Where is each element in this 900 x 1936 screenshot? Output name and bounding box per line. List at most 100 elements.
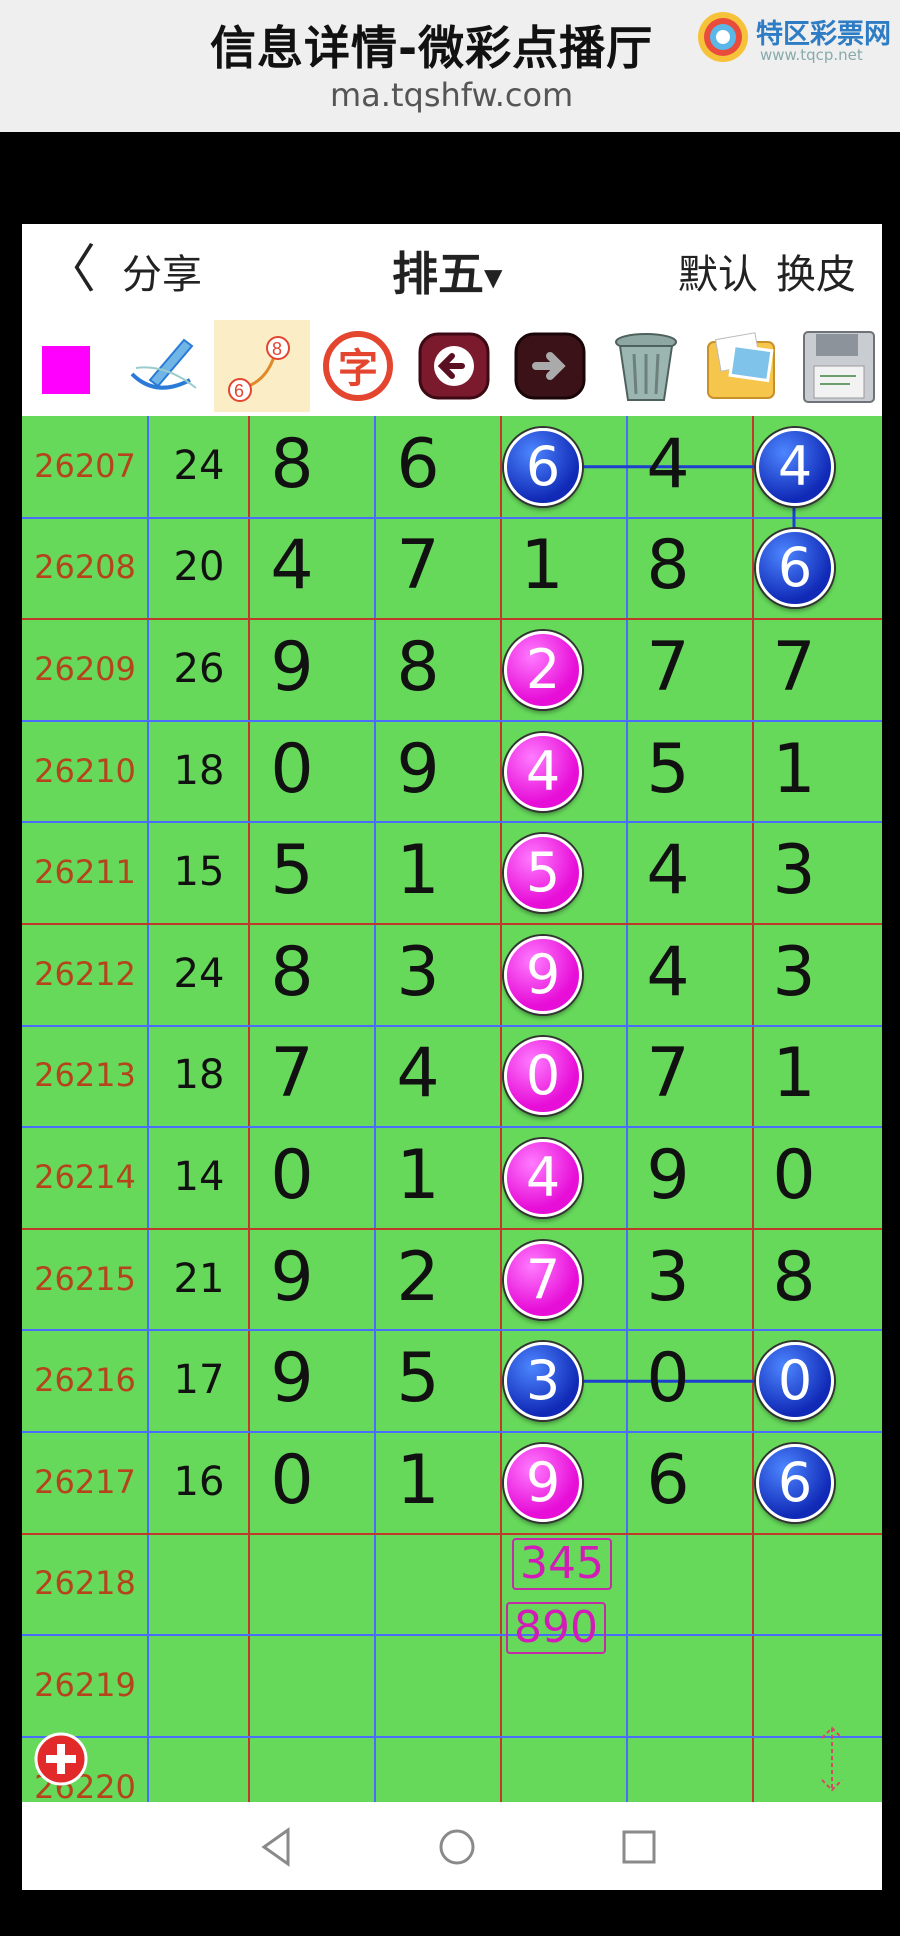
digit-value: 4 — [646, 424, 690, 504]
number-ball-pink[interactable]: 9 — [504, 935, 582, 1014]
number-ball-pink[interactable]: 4 — [504, 1139, 582, 1217]
trend-chart-grid[interactable]: 26207 24 8 6 6 4 4 26208 20 4 7 1 8 6 26209 26 9 8 2 7 7 2621… — [22, 416, 882, 1890]
digit-value: 3 — [772, 831, 816, 911]
digit-value: 1 — [396, 1440, 440, 1520]
url-text[interactable]: ma.tqshfw.com — [330, 76, 573, 114]
digit-value: 8 — [772, 1237, 816, 1317]
period-number: 26212 — [34, 954, 136, 993]
digit-value: 9 — [396, 729, 440, 809]
period-number: 26219 — [34, 1666, 136, 1704]
zi-character-icon: 字 — [323, 331, 393, 401]
number-ball-pink[interactable]: 4 — [504, 732, 582, 811]
number-marker-button[interactable]: 8 6 — [214, 320, 310, 412]
pen-icon — [130, 338, 197, 390]
change-skin-button[interactable]: 换皮 — [776, 242, 856, 300]
digit-value: 4 — [646, 932, 690, 1012]
digit-value: 5 — [646, 729, 690, 809]
color-picker-button[interactable] — [22, 320, 118, 412]
trash-icon — [615, 333, 677, 401]
period-number: 26213 — [34, 1056, 136, 1095]
digit-value: 7 — [270, 1034, 314, 1114]
digit-value: 9 — [270, 628, 314, 707]
number-ball-pink[interactable]: 9 — [504, 1443, 582, 1522]
number-ball-blue[interactable]: 6 — [756, 1443, 834, 1522]
zi-character-text: 字 — [338, 346, 378, 392]
color-square-icon — [42, 346, 90, 394]
number-ball-blue[interactable]: 3 — [504, 1342, 582, 1421]
number-ball-blue[interactable]: 6 — [504, 427, 582, 506]
digit-value: 0 — [772, 1136, 816, 1215]
browser-top-bar: 信息详情-微彩点播厅 ma.tqshfw.com 特区彩票网 www.tqcp.… — [0, 0, 900, 132]
digit-value: 3 — [646, 1237, 690, 1317]
period-number: 26217 — [34, 1462, 136, 1501]
redo-button[interactable] — [502, 320, 598, 412]
digit-value: 5 — [396, 1339, 440, 1419]
prediction-box[interactable]: 345 — [512, 1537, 612, 1590]
scroll-up-down-icon[interactable] — [812, 1724, 852, 1794]
digit-value: 4 — [396, 1034, 440, 1114]
digit-value: 3 — [772, 932, 816, 1012]
period-number: 26207 — [34, 446, 136, 485]
digit-value: 4 — [646, 831, 690, 911]
add-circle-icon[interactable] — [34, 1732, 88, 1786]
default-button[interactable]: 默认 — [678, 242, 758, 300]
period-number: 26216 — [34, 1361, 136, 1400]
floppy-save-icon — [803, 331, 875, 403]
digit-value: 8 — [396, 628, 440, 707]
digit-value: 8 — [270, 932, 314, 1012]
brand-watermark: 特区彩票网 www.tqcp.net — [696, 10, 896, 70]
lottery-type-dropdown[interactable]: 排五▼ — [392, 238, 502, 304]
number-ball-blue[interactable]: 0 — [756, 1342, 834, 1421]
brand-logo-icon — [698, 12, 748, 62]
digit-value: 0 — [270, 1440, 314, 1520]
text-tool-button[interactable]: 字 — [310, 320, 406, 412]
digit-value: 7 — [646, 1034, 690, 1114]
digit-value: 4 — [270, 526, 314, 606]
brand-site: www.tqcp.net — [760, 46, 863, 64]
lottery-type-label: 排五 — [392, 247, 484, 301]
chevron-down-icon: ▼ — [484, 263, 503, 292]
back-button[interactable]: 〈 — [44, 240, 96, 300]
digit-value: 1 — [772, 729, 816, 809]
number-ball-blue[interactable]: 4 — [756, 427, 834, 506]
digit-value: 9 — [270, 1237, 314, 1317]
prediction-box[interactable]: 890 — [506, 1601, 606, 1654]
clear-button[interactable] — [598, 320, 694, 412]
digit-value: 1 — [520, 526, 564, 606]
page-title: 信息详情-微彩点播厅 — [210, 21, 654, 75]
pen-tool-button[interactable] — [118, 320, 214, 412]
nav-home-icon[interactable] — [430, 1820, 484, 1874]
period-number: 26208 — [34, 548, 136, 587]
digit-value: 7 — [646, 628, 690, 707]
digit-value: 9 — [270, 1339, 314, 1419]
digit-value: 7 — [396, 526, 440, 606]
digit-value: 8 — [646, 526, 690, 606]
gallery-button[interactable] — [694, 320, 790, 412]
digit-value: 6 — [396, 424, 440, 504]
period-number: 26209 — [34, 650, 136, 688]
number-ball-pink[interactable]: 5 — [504, 834, 582, 913]
digit-value: 3 — [396, 932, 440, 1012]
number-ball-pink[interactable]: 0 — [504, 1037, 582, 1116]
number-ball-pink[interactable]: 7 — [504, 1240, 582, 1319]
save-button[interactable] — [790, 320, 882, 412]
digit-value: 1 — [772, 1034, 816, 1114]
nav-recents-icon[interactable] — [612, 1820, 666, 1874]
app-header: 〈 分享 排五▼ 默认 换皮 — [22, 224, 882, 318]
system-nav-bar — [22, 1802, 882, 1890]
digit-value: 9 — [646, 1136, 690, 1215]
digit-value: 6 — [646, 1440, 690, 1520]
app-frame: 〈 分享 排五▼ 默认 换皮 8 6 字 26207 24 8 6 6 4 4 … — [22, 224, 882, 1890]
undo-button[interactable] — [406, 320, 502, 412]
number-ball-blue[interactable]: 6 — [756, 529, 834, 608]
toolbar: 8 6 字 — [22, 320, 882, 412]
digit-value: 0 — [646, 1339, 690, 1419]
digit-value: 1 — [396, 1136, 440, 1215]
nav-back-icon[interactable] — [250, 1820, 304, 1874]
share-button[interactable]: 分享 — [122, 242, 202, 300]
digit-value: 7 — [772, 628, 816, 707]
digit-value: 0 — [270, 1136, 314, 1215]
forward-arrow-icon — [514, 332, 586, 400]
period-number: 26218 — [34, 1564, 136, 1603]
number-ball-pink[interactable]: 2 — [504, 631, 582, 709]
